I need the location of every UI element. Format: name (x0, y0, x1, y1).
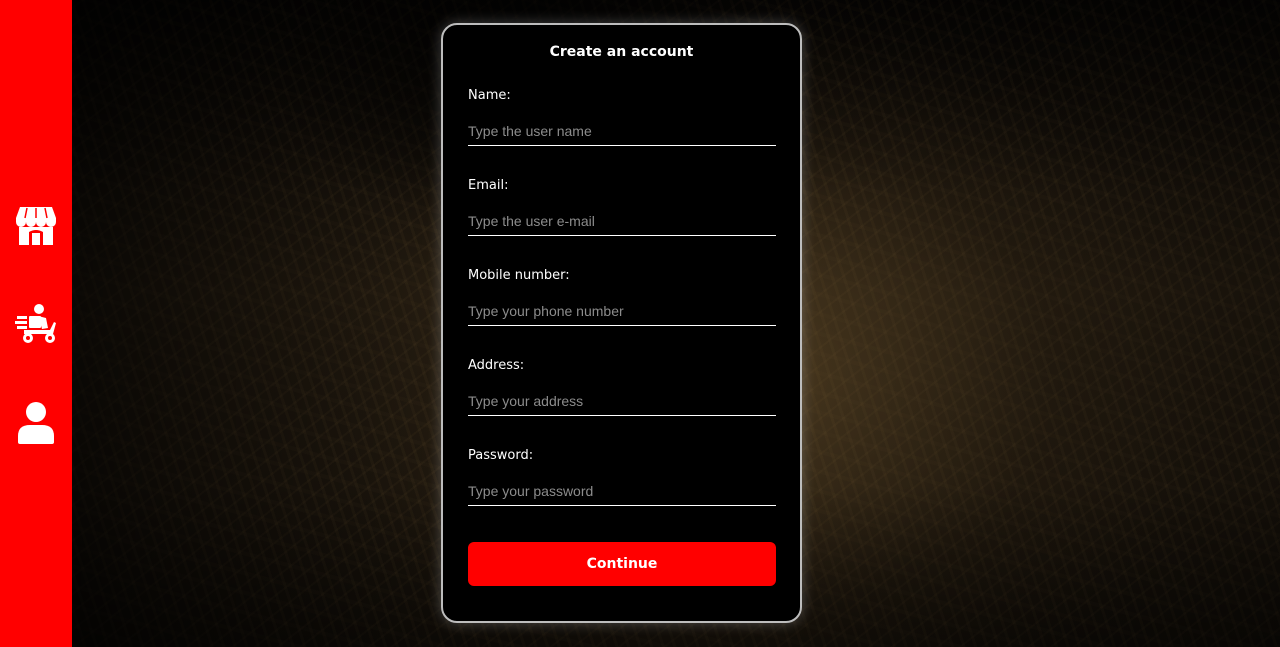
name-input[interactable] (468, 122, 776, 146)
name-label: Name: (468, 88, 511, 103)
store-icon (16, 207, 56, 245)
sidebar-item-store[interactable] (12, 201, 60, 249)
delivery-scooter-icon (15, 304, 56, 343)
name-field: Name: (468, 87, 776, 146)
mobile-label: Mobile number: (468, 268, 570, 283)
user-icon (18, 402, 54, 444)
address-label: Address: (468, 358, 525, 373)
mobile-input[interactable] (468, 302, 776, 326)
sidebar-item-user[interactable] (12, 398, 60, 446)
password-input[interactable] (468, 482, 776, 506)
mobile-field: Mobile number: (468, 267, 776, 326)
form-title: Create an account (549, 44, 694, 60)
continue-button[interactable]: Continue (468, 542, 776, 586)
address-field: Address: (468, 357, 776, 416)
sidebar-item-delivery[interactable] (12, 300, 60, 348)
address-input[interactable] (468, 392, 776, 416)
sidebar (0, 0, 72, 647)
password-field: Password: (468, 447, 776, 506)
email-field: Email: (468, 177, 776, 236)
email-label: Email: (468, 178, 509, 193)
email-input[interactable] (468, 212, 776, 236)
signup-form: Create an account Name: Email: Mobile nu… (441, 23, 802, 623)
password-label: Password: (468, 448, 534, 463)
